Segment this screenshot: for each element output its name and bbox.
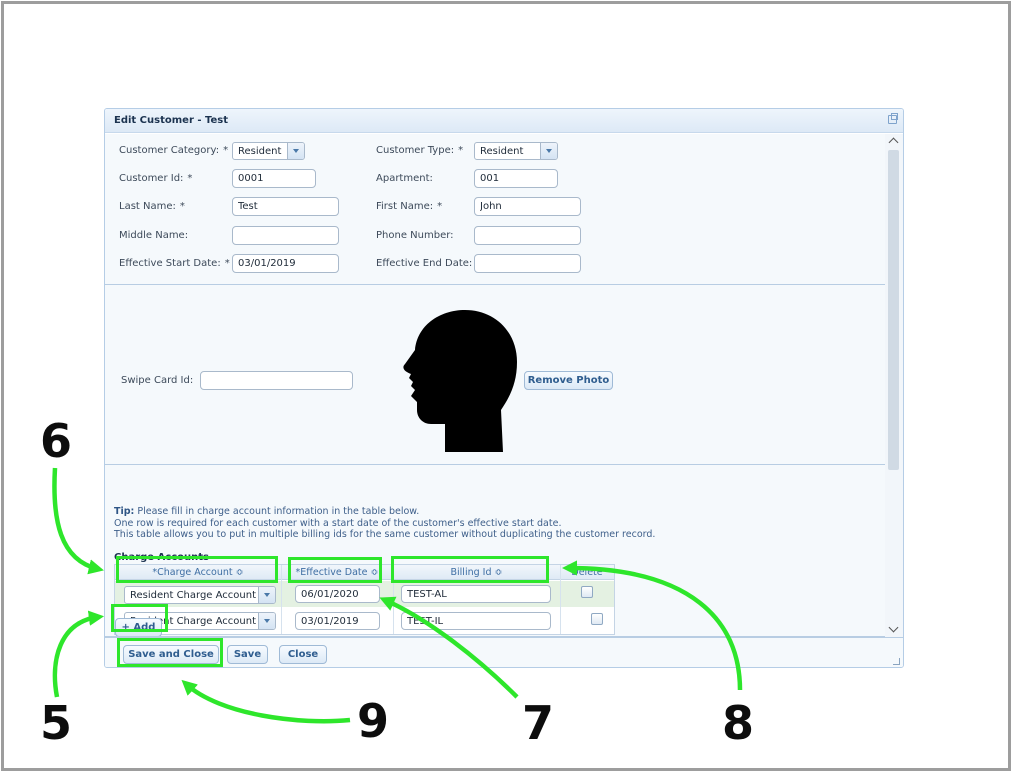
- row1-effective-date-input[interactable]: [295, 585, 380, 603]
- row1-billing-id-input[interactable]: [401, 585, 551, 603]
- step-number-5: 5: [40, 696, 73, 750]
- swipe-card-id-label: Swipe Card Id:: [121, 375, 194, 386]
- highlight-save-and-close: [117, 638, 223, 667]
- row2-effective-date-input[interactable]: [295, 612, 380, 630]
- scrollbar-thumb[interactable]: [888, 150, 899, 470]
- restore-window-icon[interactable]: [888, 113, 898, 124]
- edit-customer-dialog: Edit Customer - Test Customer Category: *…: [104, 108, 904, 668]
- dialog-title: Edit Customer - Test: [114, 115, 228, 126]
- last-name-input[interactable]: [232, 197, 339, 216]
- phone-number-label: Phone Number:: [376, 230, 454, 241]
- step-number-7: 7: [522, 696, 555, 750]
- scroll-up-icon[interactable]: [888, 137, 899, 148]
- last-name-label: Last Name: *: [119, 201, 185, 212]
- highlight-effective-date: [288, 557, 382, 583]
- row1-charge-account-value: Resident Charge Account: [130, 590, 257, 601]
- step-number-9: 9: [357, 694, 390, 748]
- customer-type-label: Customer Type: *: [376, 145, 464, 156]
- dialog-titlebar: Edit Customer - Test: [105, 109, 903, 133]
- apartment-input[interactable]: [474, 169, 558, 188]
- chevron-down-icon[interactable]: [258, 587, 275, 603]
- step-number-6: 6: [40, 414, 73, 468]
- column-delete: Delete: [571, 567, 603, 578]
- row2-delete-checkbox[interactable]: [591, 613, 603, 625]
- customer-id-label: Customer Id: *: [119, 173, 193, 184]
- customer-category-label: Customer Category: *: [119, 145, 229, 156]
- customer-category-select[interactable]: Resident: [232, 142, 305, 160]
- apartment-label: Apartment:: [376, 173, 433, 184]
- section-divider: [105, 464, 886, 465]
- section-divider: [105, 284, 886, 285]
- customer-type-value: Resident: [480, 146, 524, 157]
- customer-type-select[interactable]: Resident: [474, 142, 558, 160]
- remove-photo-button[interactable]: Remove Photo: [524, 371, 613, 390]
- resize-grip-icon[interactable]: [893, 658, 900, 665]
- highlight-charge-account: [116, 556, 278, 583]
- middle-name-label: Middle Name:: [119, 230, 189, 241]
- dialog-footer: Save and Close Save Close: [105, 637, 903, 667]
- row2-billing-id-input[interactable]: [401, 612, 551, 630]
- customer-id-input[interactable]: [232, 169, 316, 188]
- close-button[interactable]: Close: [279, 645, 327, 664]
- highlight-add-button: [111, 604, 168, 632]
- chevron-down-icon[interactable]: [287, 143, 304, 159]
- phone-number-input[interactable]: [474, 226, 581, 245]
- step-number-8: 8: [722, 696, 755, 750]
- effective-start-date-input[interactable]: [232, 254, 339, 273]
- highlight-billing-id: [391, 556, 549, 583]
- swipe-card-id-input[interactable]: [200, 371, 353, 390]
- effective-end-date-input[interactable]: [474, 254, 581, 273]
- effective-end-date-label: Effective End Date:: [376, 258, 473, 269]
- chevron-down-icon[interactable]: [258, 613, 275, 629]
- save-button[interactable]: Save: [227, 645, 268, 664]
- customer-category-value: Resident: [238, 146, 282, 157]
- row1-delete-checkbox[interactable]: [581, 586, 593, 598]
- first-name-label: First Name: *: [376, 201, 443, 212]
- middle-name-input[interactable]: [232, 226, 339, 245]
- customer-photo-placeholder-icon: [403, 310, 517, 452]
- column-divider: [560, 565, 561, 634]
- tip-text: Tip: Please fill in charge account infor…: [114, 506, 656, 541]
- row1-charge-account-select[interactable]: Resident Charge Account: [124, 586, 276, 604]
- effective-start-date-label: Effective Start Date: *: [119, 258, 230, 269]
- chevron-down-icon[interactable]: [540, 143, 557, 159]
- first-name-input[interactable]: [474, 197, 581, 216]
- vertical-scrollbar[interactable]: [885, 134, 903, 637]
- scroll-down-icon[interactable]: [888, 622, 899, 633]
- column-divider: [281, 565, 282, 634]
